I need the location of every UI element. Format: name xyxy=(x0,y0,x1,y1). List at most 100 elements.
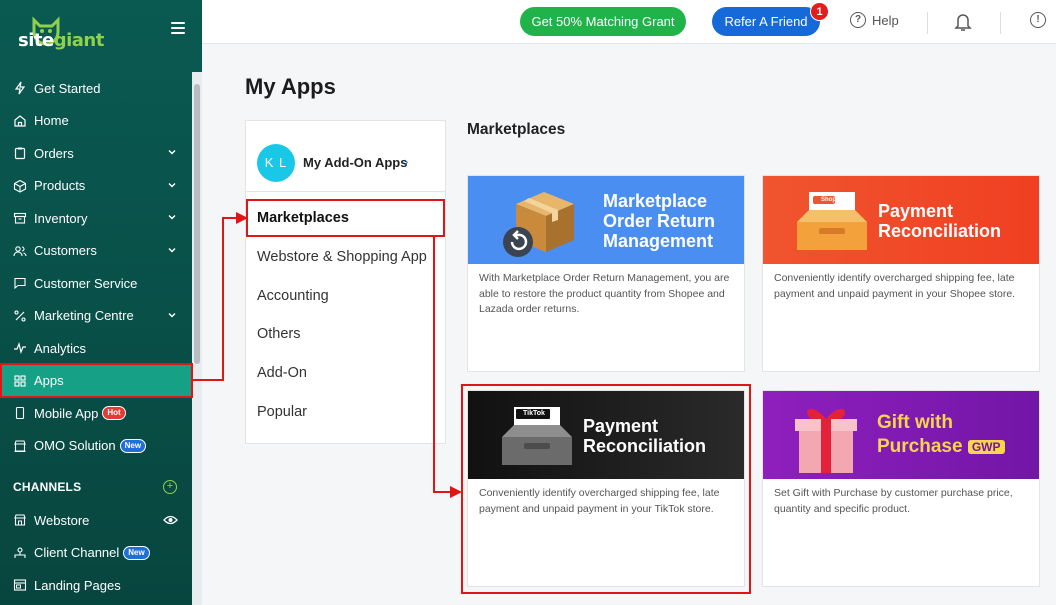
brand-name: sitegiant xyxy=(18,30,104,51)
shopee-tag: Shopee xyxy=(821,197,843,203)
sparkle-icon xyxy=(13,81,27,95)
sidebar-item-label: Inventory xyxy=(34,210,88,226)
refer-friend-button[interactable]: Refer A Friend xyxy=(712,7,820,36)
sidebar-item-label: Mobile App xyxy=(34,405,99,421)
clipboard-icon xyxy=(13,146,27,160)
client-icon xyxy=(13,546,27,560)
percent-icon xyxy=(13,309,27,323)
sidebar: sitegiant Get Started Home Orders Produc… xyxy=(0,0,202,605)
sidebar-item-label: Customers xyxy=(34,243,97,259)
question-icon: ? xyxy=(850,12,866,28)
annotation-arrow-line xyxy=(222,217,224,381)
category-popular[interactable]: Popular xyxy=(257,404,307,420)
category-others[interactable]: Others xyxy=(257,326,301,342)
page-title: My Apps xyxy=(245,74,336,99)
sidebar-item-home[interactable]: Home xyxy=(0,105,192,138)
sidebar-item-customer-service[interactable]: Customer Service xyxy=(0,267,192,300)
sidebar-item-label: Analytics xyxy=(34,340,87,356)
menu-toggle-icon[interactable] xyxy=(171,22,185,34)
card-title: Gift with Purchase GWP xyxy=(877,411,1005,459)
annotation-arrow-line xyxy=(193,379,223,381)
card-title: Payment Reconciliation xyxy=(878,201,1002,241)
chat-icon xyxy=(13,276,27,290)
matching-grant-button[interactable]: Get 50% Matching Grant xyxy=(520,7,686,36)
scrollbar-thumb[interactable] xyxy=(194,84,200,364)
help-label: Help xyxy=(872,12,899,28)
top-bar: Get 50% Matching Grant Refer A Friend 1 … xyxy=(202,0,1056,44)
sidebar-item-orders[interactable]: Orders xyxy=(0,137,192,170)
category-add-on[interactable]: Add-On xyxy=(257,365,307,381)
inventory-icon xyxy=(13,211,27,225)
hot-badge: Hot xyxy=(102,406,126,421)
marketplaces-highlight-box xyxy=(246,199,445,237)
chevron-down-icon[interactable] xyxy=(167,245,177,255)
sidebar-item-label: Home xyxy=(34,113,69,129)
webstore-icon xyxy=(13,513,27,527)
channels-heading: CHANNELS xyxy=(13,480,82,494)
category-webstore[interactable]: Webstore & Shopping App xyxy=(257,249,427,265)
landing-icon xyxy=(13,578,27,592)
store-icon xyxy=(13,439,27,453)
section-title: Marketplaces xyxy=(467,121,566,138)
chevron-down-icon[interactable] xyxy=(167,212,177,222)
sidebar-nav: Get Started Home Orders Products Invento… xyxy=(0,72,192,462)
card-description: Set Gift with Purchase by customer purch… xyxy=(774,487,1013,515)
sidebar-item-label: Get Started xyxy=(34,80,101,96)
sidebar-item-label: Landing Pages xyxy=(34,577,121,593)
sidebar-item-landing-pages[interactable]: Landing Pages xyxy=(0,569,192,602)
category-accounting[interactable]: Accounting xyxy=(257,288,329,304)
arrow-head-icon xyxy=(236,212,248,224)
box-icon xyxy=(13,179,27,193)
chevron-down-icon[interactable] xyxy=(167,180,177,190)
sidebar-item-get-started[interactable]: Get Started xyxy=(0,72,192,105)
eye-icon[interactable] xyxy=(163,514,178,526)
help-button[interactable]: ? Help xyxy=(850,12,899,28)
gwp-badge: GWP xyxy=(967,440,1005,454)
sidebar-item-label: Orders xyxy=(34,145,74,161)
card-banner: Marketplace Order Return Management xyxy=(468,176,744,264)
chevron-right-icon: › xyxy=(404,154,409,169)
sidebar-item-label: Webstore xyxy=(34,512,90,528)
chevron-down-icon[interactable] xyxy=(167,310,177,320)
card-banner: Gift with Purchase GWP xyxy=(763,391,1039,479)
apps-highlight-box xyxy=(0,363,193,398)
arrow-head-icon xyxy=(450,486,462,498)
sidebar-item-label: Products xyxy=(34,178,86,194)
sidebar-item-products[interactable]: Products xyxy=(0,170,192,203)
new-badge: New xyxy=(119,438,147,453)
card-banner: Shopee Payment Reconciliation xyxy=(763,176,1039,264)
add-channel-icon[interactable]: + xyxy=(163,480,177,494)
pulse-icon xyxy=(13,341,27,355)
card-description: Conveniently identify overcharged shippi… xyxy=(774,272,1016,300)
app-card-gift-with-purchase[interactable]: Gift with Purchase GWP Set Gift with Pur… xyxy=(762,390,1040,587)
tiktok-card-highlight-box xyxy=(461,384,751,594)
sidebar-item-label: Marketing Centre xyxy=(34,308,134,324)
channels-nav: Webstore Client Channel New Landing Page… xyxy=(0,504,192,602)
gift-box-icon xyxy=(795,408,857,473)
sidebar-item-mobile-app[interactable]: Mobile App Hot xyxy=(0,397,192,430)
sidebar-item-client-channel[interactable]: Client Channel New xyxy=(0,537,192,570)
my-addon-apps-link[interactable]: K L My Add-On Apps › xyxy=(246,121,445,192)
app-card-order-return[interactable]: Marketplace Order Return Management With… xyxy=(467,175,745,372)
sidebar-item-inventory[interactable]: Inventory xyxy=(0,202,192,235)
sidebar-item-label: Customer Service xyxy=(34,275,138,291)
new-badge: New xyxy=(123,545,150,560)
sidebar-scrollbar[interactable] xyxy=(192,72,202,605)
sidebar-item-marketing-centre[interactable]: Marketing Centre xyxy=(0,300,192,333)
info-alert-icon[interactable]: ! xyxy=(1030,12,1046,28)
sidebar-item-analytics[interactable]: Analytics xyxy=(0,332,192,365)
sidebar-item-label: OMO Solution xyxy=(34,438,116,454)
mobile-icon xyxy=(13,406,27,420)
return-box-icon xyxy=(503,192,574,257)
sidebar-item-omo-solution[interactable]: OMO Solution New xyxy=(0,430,192,463)
app-card-shopee-reconciliation[interactable]: Shopee Payment Reconciliation Convenient… xyxy=(762,175,1040,372)
bell-icon[interactable] xyxy=(954,12,972,32)
card-title: Marketplace Order Return Management xyxy=(603,191,716,251)
card-description: With Marketplace Order Return Management… xyxy=(479,272,730,315)
chevron-down-icon[interactable] xyxy=(167,147,177,157)
sidebar-item-webstore[interactable]: Webstore xyxy=(0,504,192,537)
addon-label: My Add-On Apps xyxy=(303,155,408,170)
sidebar-item-customers[interactable]: Customers xyxy=(0,235,192,268)
refer-count-badge: 1 xyxy=(810,2,829,21)
annotation-arrow-line xyxy=(433,237,435,493)
